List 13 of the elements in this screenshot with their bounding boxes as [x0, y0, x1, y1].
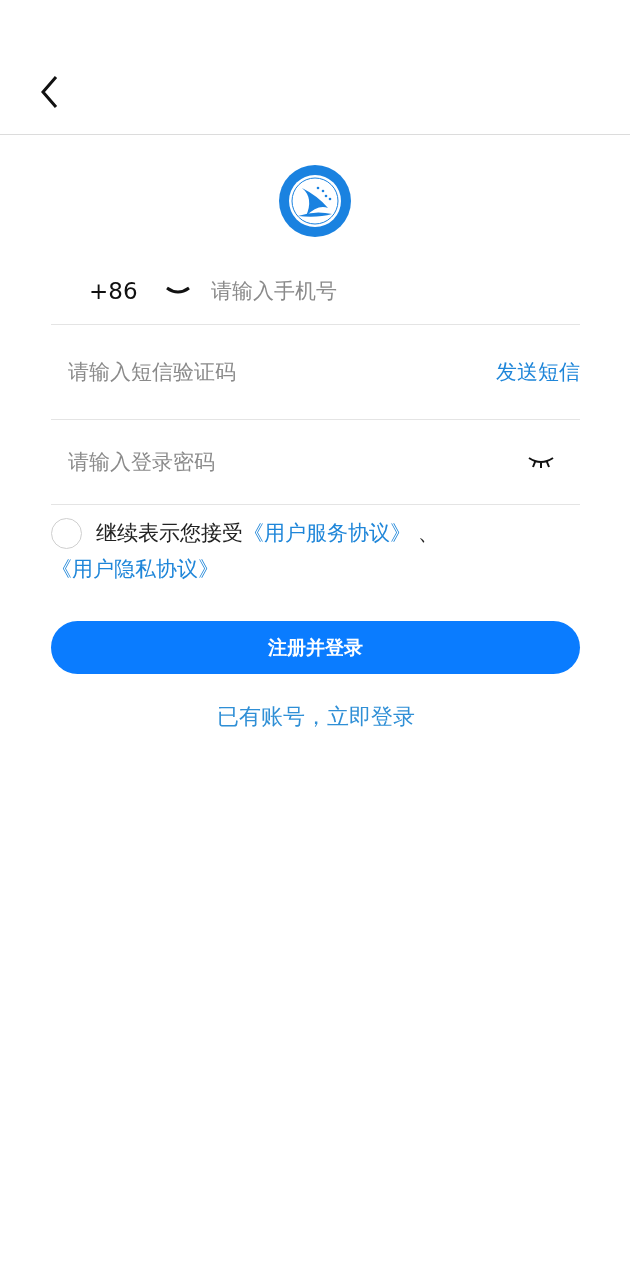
logo-icon [278, 164, 352, 238]
phone-field[interactable]: 请输入手机号 [211, 279, 580, 303]
sms-code-field[interactable]: 请输入短信验证码 [68, 360, 496, 384]
send-sms-button[interactable]: 发送短信 [496, 358, 580, 386]
closed-eye-icon[interactable] [526, 454, 556, 470]
register-login-button[interactable]: 注册并登录 [51, 621, 580, 674]
country-code[interactable]: +86 [89, 278, 165, 304]
password-field[interactable]: 请输入登录密码 [68, 450, 526, 474]
agreement-text: 继续表示您接受《用户服务协议》 、 [96, 520, 439, 547]
agreement-checkbox[interactable] [51, 517, 82, 549]
login-link[interactable]: 已有账号，立即登录 [216, 704, 415, 729]
privacy-agreement-link[interactable]: 《用户隐私协议》 [51, 557, 219, 581]
service-agreement-link[interactable]: 《用户服务协议》 [243, 521, 411, 545]
